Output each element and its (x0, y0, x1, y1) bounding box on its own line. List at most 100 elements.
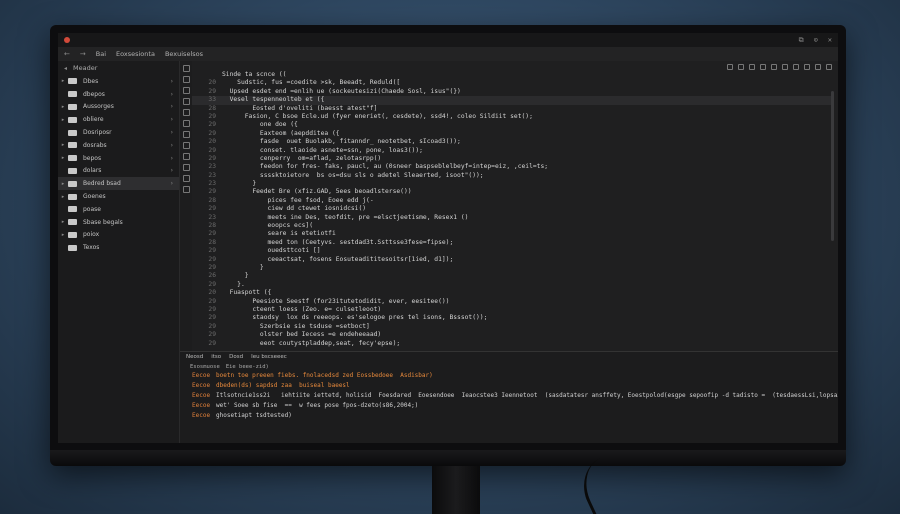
code-line[interactable]: 29 olster bed Iecess =e endeheeaad) (192, 331, 832, 339)
git-icon[interactable] (182, 98, 190, 105)
code-line[interactable]: 26 } (192, 272, 832, 280)
account-icon[interactable] (182, 175, 190, 182)
code-line[interactable]: 29 Peesiote Seestf (for23itutetodidit, e… (192, 298, 832, 306)
tab-problems[interactable]: Ieu bscseeec (251, 354, 287, 360)
code-line[interactable]: 29 one doe ({ (192, 121, 832, 129)
chevron-right-icon[interactable]: ▸ (58, 117, 68, 123)
code-line[interactable]: 20 Sudstic, fus =coedite >sk, Beeadt, Re… (192, 79, 832, 87)
code-line[interactable]: 29 }. (192, 281, 832, 289)
code-line[interactable]: 23 meets ine Des, teofdit, pre =elsctjee… (192, 214, 832, 222)
code-line[interactable]: 23 ssssktoietore bs os=dsu sls o adetel … (192, 172, 832, 180)
code-editor[interactable]: Sinde ta scnce ((20 Sudstic, fus =coedit… (192, 61, 838, 351)
code-line[interactable]: 20 Fuaspott ({ (192, 289, 832, 297)
gear-icon[interactable] (182, 186, 190, 193)
close-icon[interactable]: ✕ (828, 36, 832, 45)
menu-item[interactable]: Bai (96, 50, 106, 58)
home-icon[interactable] (182, 65, 190, 72)
collapse-icon[interactable]: ◂ (64, 65, 67, 72)
code-line[interactable]: 29 staodsy lox ds reeeops. es'selogoe pr… (192, 314, 832, 322)
code-line[interactable]: 28 meed ton (Ceetyvs. sestdad3t.Ssttsse3… (192, 239, 832, 247)
code-line[interactable]: 29 } (192, 264, 832, 272)
code-line[interactable]: 28 pices fee fsod, Eoee edd j(- (192, 197, 832, 205)
sidebar-item[interactable]: ▸ Dbes › (58, 75, 179, 88)
code-line[interactable]: Sinde ta scnce (( (192, 71, 832, 79)
code-line[interactable]: 33 Vesel tespenneolteb et ({ (192, 96, 832, 105)
run-icon[interactable] (738, 64, 744, 70)
terminal-panel[interactable]: Neosd itso Dosd Ieu bscseeec Esosmuose E… (180, 351, 838, 443)
forward-icon[interactable]: → (80, 50, 86, 58)
search-icon[interactable] (182, 87, 190, 94)
code-line[interactable]: 29 conset. tlaoide asnete=ssn, pone, loa… (192, 147, 832, 155)
code-line[interactable]: 29 cenperry om=aflad, zelotasrpp() (192, 155, 832, 163)
grid-icon[interactable] (182, 153, 190, 160)
chevron-right-icon[interactable]: ▸ (58, 181, 68, 187)
code-line[interactable]: 29 Fasion, C bsoe Ecle.ud (fyer eneriet(… (192, 113, 832, 121)
chevron-right-icon[interactable]: ▸ (58, 219, 68, 225)
code-line[interactable]: 23 feedon for fres- faks, paucl, au (0sn… (192, 163, 832, 171)
code-line[interactable]: 29 ciew dd ctewet iosnidcsi() (192, 205, 832, 213)
chevron-right-icon[interactable]: ▸ (58, 104, 68, 110)
back-icon[interactable]: ← (64, 50, 70, 58)
sidebar-item[interactable]: ▸ Goenes (58, 190, 179, 203)
extensions-icon[interactable] (182, 120, 190, 127)
restore-icon[interactable]: ⧉ (799, 36, 804, 45)
menu-icon[interactable] (826, 64, 832, 70)
chevron-right-icon[interactable]: › (171, 142, 173, 149)
chevron-right-icon[interactable]: › (171, 103, 173, 110)
sidebar-item[interactable]: ▸ dosrabs › (58, 139, 179, 152)
chevron-right-icon[interactable]: › (171, 180, 173, 187)
chevron-right-icon[interactable]: ▸ (58, 194, 68, 200)
code-line[interactable]: 28 Eosted d'oveliti (baesst atest"f] (192, 105, 832, 113)
tab-debug[interactable]: Dosd (229, 354, 243, 360)
code-line[interactable]: 23 } (192, 180, 832, 188)
sidebar-item[interactable]: ▸ Aussorges › (58, 101, 179, 114)
terminal-icon[interactable] (182, 164, 190, 171)
sidebar-item[interactable]: poase (58, 203, 179, 216)
editor-scrollbar[interactable] (831, 91, 834, 241)
code-line[interactable]: 29 cteent loess (Zeo. e= culsetleoot) (192, 306, 832, 314)
settings-icon[interactable] (182, 131, 190, 138)
menu-item[interactable]: Eoxsesionta (116, 50, 155, 58)
tab-terminal[interactable]: Neosd (186, 354, 203, 360)
chevron-right-icon[interactable]: › (171, 91, 173, 98)
chevron-right-icon[interactable]: ▸ (58, 232, 68, 238)
code-line[interactable]: 29 Szerbsie sie tsduse =setboct] (192, 323, 832, 331)
tab-output[interactable]: itso (211, 354, 221, 360)
sidebar-item[interactable]: ▸ bepos › (58, 152, 179, 165)
menu-item[interactable]: Bexuiselsos (165, 50, 203, 58)
files-icon[interactable] (182, 76, 190, 83)
diff-icon[interactable] (760, 64, 766, 70)
split-icon[interactable] (727, 64, 733, 70)
chevron-right-icon[interactable]: ▸ (58, 142, 68, 148)
sidebar-item[interactable]: Texos (58, 241, 179, 254)
sidebar-item[interactable]: ▸ Bedred bsad › (58, 177, 179, 191)
code-line[interactable]: 29 seare is etetiotfi (192, 230, 832, 238)
code-line[interactable]: 29 ceeactsat, fosens Eosuteadititesoitsr… (192, 256, 832, 264)
more-icon[interactable] (793, 64, 799, 70)
chevron-right-icon[interactable]: ▸ (58, 155, 68, 161)
settings-small-icon[interactable] (804, 64, 810, 70)
close-editor-icon[interactable] (815, 64, 821, 70)
chevron-right-icon[interactable]: ▸ (58, 78, 68, 84)
code-line[interactable]: 29 Feedet Bre (xfiz.GAD, 5ees beoadlster… (192, 188, 832, 196)
chevron-right-icon[interactable]: › (171, 155, 173, 162)
code-line[interactable]: 20 fasde ouet Buolakb, fitanndr_ neotetb… (192, 138, 832, 146)
debug-run-icon[interactable] (749, 64, 755, 70)
chevron-right-icon[interactable]: › (171, 78, 173, 85)
code-line[interactable]: 29 Eaxteom (aepdditea ({ (192, 130, 832, 138)
sidebar-item[interactable]: Dosriposr › (58, 126, 179, 139)
preview-icon[interactable] (782, 64, 788, 70)
layout-icon[interactable] (771, 64, 777, 70)
chevron-right-icon[interactable]: › (171, 116, 173, 123)
list-icon[interactable] (182, 142, 190, 149)
chevron-right-icon[interactable]: › (171, 167, 173, 174)
code-line[interactable]: 28 eoopcs ecs]( (192, 222, 832, 230)
debug-icon[interactable] (182, 109, 190, 116)
code-line[interactable]: 29 ouedsttcoti [] (192, 247, 832, 255)
code-line[interactable]: 29 eeot coutystpladdep,seat, fecy'epse); (192, 340, 832, 348)
sidebar-item[interactable]: ▸ Sbase begals (58, 216, 179, 229)
sidebar-item[interactable]: dbepos › (58, 88, 179, 101)
chevron-right-icon[interactable]: › (171, 129, 173, 136)
code-line[interactable]: 29 Upsed esdet end =enlih ue (sockeutesi… (192, 88, 832, 96)
sidebar-item[interactable]: ▸ obliere › (58, 113, 179, 126)
